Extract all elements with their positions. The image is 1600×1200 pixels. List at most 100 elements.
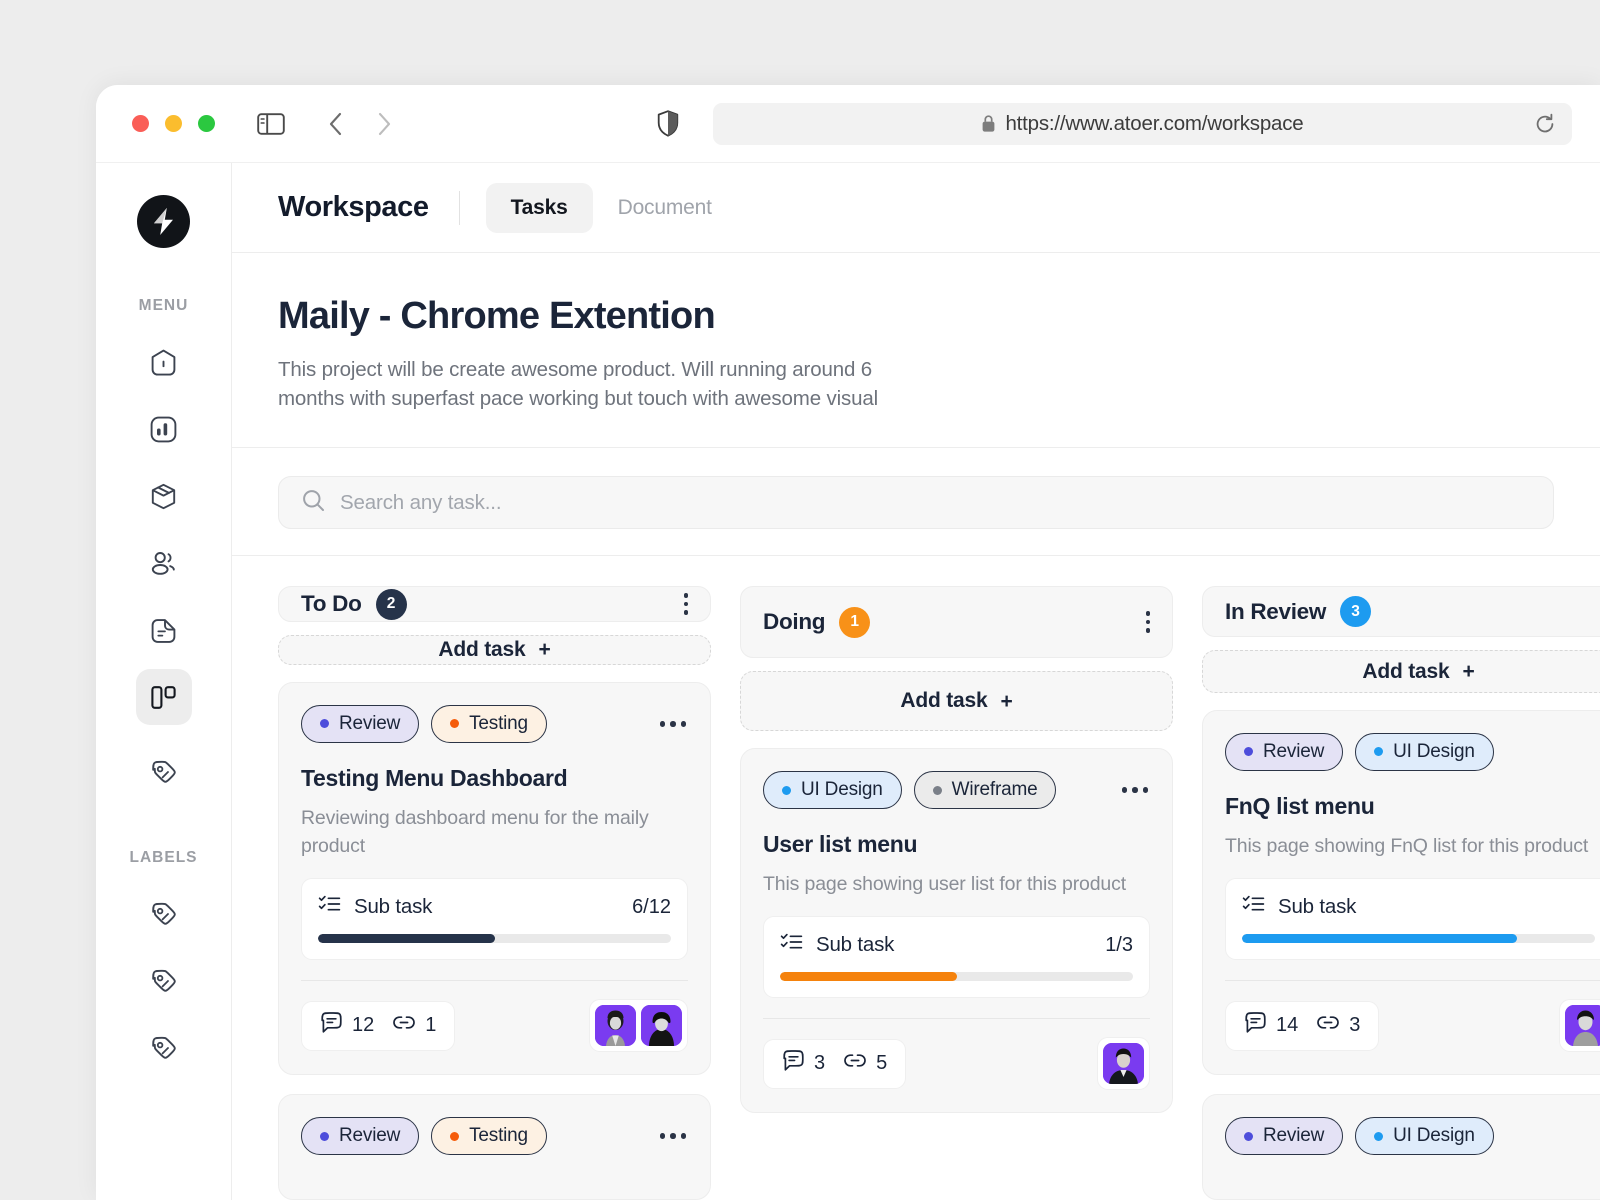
badge-label: UI Design [801,779,883,801]
shield-icon[interactable] [657,110,679,137]
task-assignees [1097,1037,1150,1091]
column-header: To Do 2 [278,586,711,622]
column-count-badge: 3 [1340,596,1372,628]
link-count: 5 [876,1052,888,1075]
badge-label: UI Design [1393,740,1475,762]
checklist-icon [1242,893,1265,921]
workspace-topbar: Workspace Tasks Document [232,163,1600,253]
sidebar-item-package[interactable] [136,468,192,524]
sidebar-item-users[interactable] [136,535,192,591]
badge-label: Review [339,712,401,734]
comment-stat[interactable]: 14 [1244,1011,1298,1040]
comment-stat[interactable]: 12 [320,1011,374,1040]
divider [458,190,460,225]
add-task-button[interactable]: Add task + [278,634,711,665]
checklist-icon [780,931,803,959]
project-header: Maily - Chrome Extention This project wi… [232,253,1600,449]
add-task-label: Add task [900,689,988,713]
sidebar-item-document[interactable] [136,602,192,658]
link-count: 3 [1349,1014,1361,1036]
tab-document[interactable]: Document [593,183,737,233]
comment-icon [782,1049,805,1078]
task-badge[interactable]: Testing [431,1117,547,1155]
search-icon [301,488,326,518]
task-card[interactable]: Review Testing [278,1094,711,1200]
project-description: This project will be create awesome prod… [278,358,879,411]
link-count: 1 [425,1014,437,1036]
sidebar-item-analytics[interactable] [136,401,192,457]
maximize-window-button[interactable] [198,115,215,132]
column-title: In Review [1225,598,1327,624]
task-title: FnQ list menu [1225,792,1375,819]
sidebar-label-2-tag-icon[interactable] [136,953,192,1009]
sidebar-item-tag[interactable] [136,744,192,800]
task-title: User list menu [763,831,918,858]
link-stat[interactable]: 5 [843,1049,887,1078]
task-badge[interactable]: UI Design [763,771,902,810]
avatar[interactable] [641,1005,682,1046]
main-content: Workspace Tasks Document Maily - Chrome … [232,163,1600,1200]
task-assignees [1559,999,1600,1052]
task-badge[interactable]: Review [301,1117,420,1155]
task-badge[interactable]: UI Design [1355,1117,1494,1155]
checklist-icon [318,893,341,921]
subtask-progress-bar [780,972,1133,982]
sidebar-toggle-icon[interactable] [257,112,285,136]
task-badge[interactable]: Review [301,704,420,743]
kanban-board: To Do 2 Add task + Review Testing Testin… [232,556,1600,1200]
search-placeholder: Search any task... [340,490,502,514]
task-card[interactable]: Review UI Design FnQ list menu This page [1202,709,1600,1075]
task-menu-kebab-horizontal-icon[interactable] [658,1127,689,1145]
tab-tasks[interactable]: Tasks [485,182,593,233]
sidebar-item-home[interactable] [136,334,192,390]
avatar[interactable] [595,1005,636,1046]
task-badge[interactable]: Review [1225,1117,1344,1155]
sidebar-label-3-tag-icon[interactable] [136,1020,192,1076]
task-card[interactable]: Review Testing Testing Menu Dashboard Re… [278,681,711,1075]
task-badge[interactable]: Review [1225,732,1344,771]
badge-dot [450,1131,460,1141]
subtask-panel: Sub task 6/12 [301,878,688,960]
task-badge[interactable]: UI Design [1355,732,1494,771]
task-badge[interactable]: Testing [431,704,547,743]
address-bar[interactable]: https://www.atoer.com/workspace [713,102,1572,145]
sidebar-labels-heading: LABELS [129,849,198,866]
subtask-progress-bar [318,934,671,943]
minimize-window-button[interactable] [165,115,182,132]
close-window-button[interactable] [132,115,149,132]
chevron-right-icon[interactable] [371,111,397,137]
divider [763,1018,1150,1020]
badge-label: Testing [469,712,528,734]
board-column-in-review: In Review 3 Add task + Review UI Design … [1202,586,1600,1200]
avatar[interactable] [1565,1005,1600,1046]
link-stat[interactable]: 3 [1316,1011,1360,1040]
reload-icon[interactable] [1534,113,1556,135]
chevron-left-icon[interactable] [323,111,349,137]
lightning-bolt-logo[interactable] [137,195,190,248]
task-badge[interactable]: Wireframe [913,771,1057,810]
avatar[interactable] [1103,1043,1144,1085]
task-card[interactable]: UI Design Wireframe User list menu This … [740,748,1173,1114]
comment-icon [1244,1011,1267,1040]
add-task-button[interactable]: Add task + [740,671,1173,732]
subtask-count: 6/12 [632,895,671,918]
sidebar-label-1-tag-icon[interactable] [136,886,192,942]
badge-dot [320,719,329,729]
link-icon [1316,1011,1340,1040]
column-menu-kebab-vertical-icon[interactable] [1145,611,1150,633]
column-header: Doing 1 [740,586,1173,659]
search-input[interactable]: Search any task... [278,476,1554,530]
sidebar-item-board[interactable] [135,669,192,725]
link-stat[interactable]: 1 [392,1011,436,1040]
subtask-count: 1/3 [1105,933,1133,956]
comment-stat[interactable]: 3 [782,1049,825,1078]
column-menu-kebab-vertical-icon[interactable] [683,593,688,615]
task-description: Reviewing dashboard menu for the maily p… [301,806,649,857]
task-menu-kebab-horizontal-icon[interactable] [658,715,689,733]
lock-icon [981,114,996,133]
badge-dot [320,1131,329,1141]
plus-icon: + [1000,689,1013,713]
task-menu-kebab-horizontal-icon[interactable] [1120,781,1151,799]
task-card[interactable]: Review UI Design [1202,1094,1600,1200]
add-task-button[interactable]: Add task + [1202,650,1600,693]
